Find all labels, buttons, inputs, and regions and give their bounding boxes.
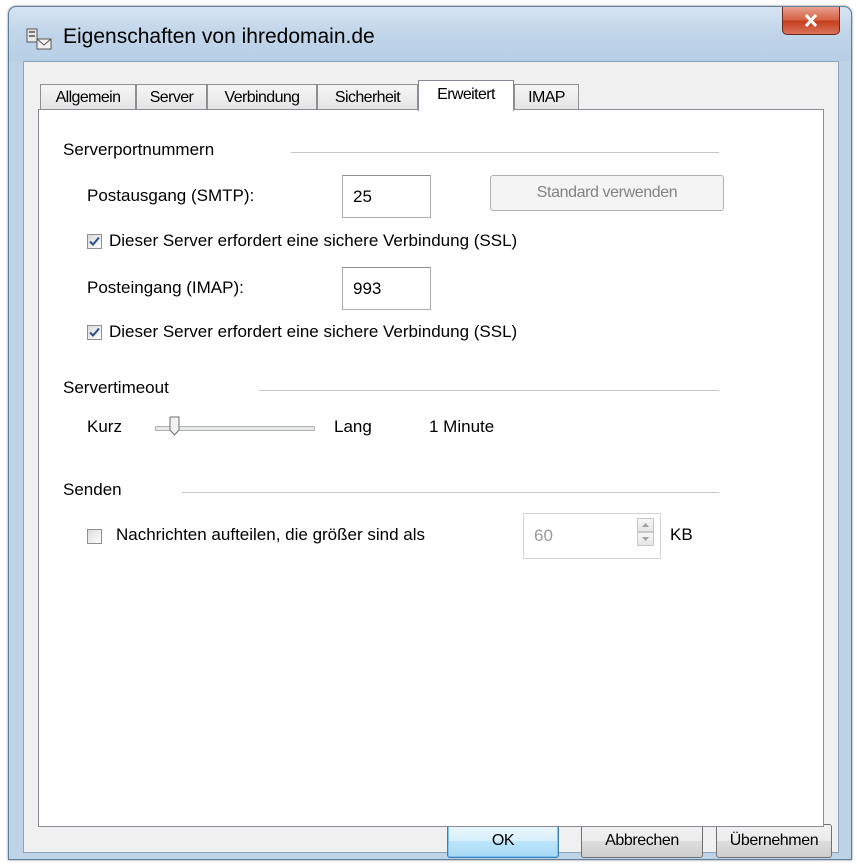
group-label-serverports: Serverportnummern	[63, 140, 215, 159]
imap-port-value: 993	[353, 278, 382, 298]
imap-ssl-label: Dieser Server erfordert eine sichere Ver…	[109, 322, 518, 341]
imap-ssl-checkbox[interactable]	[87, 325, 102, 340]
imap-port-input[interactable]: 993	[342, 267, 431, 310]
smtp-port-input[interactable]: 25	[342, 175, 431, 218]
tab-erweitert[interactable]: Erweitert	[418, 80, 514, 111]
apply-button[interactable]: Übernehmen	[716, 824, 832, 858]
tab-verbindung[interactable]: Verbindung	[207, 84, 317, 110]
tab-imap[interactable]: IMAP	[514, 84, 579, 110]
group-label-timeout: Servertimeout	[63, 378, 169, 397]
split-messages-label: Nachrichten aufteilen, die größer sind a…	[116, 525, 425, 544]
properties-dialog: Eigenschaften von ihredomain.de Allgemei…	[8, 6, 852, 860]
dialog-body: Allgemein Server Verbindung Sicherheit E…	[23, 61, 839, 858]
close-button[interactable]	[782, 7, 840, 35]
timeout-value: 1 Minute	[429, 417, 495, 436]
window-title: Eigenschaften von ihredomain.de	[63, 25, 375, 48]
tab-allgemein[interactable]: Allgemein	[40, 84, 136, 110]
advanced-settings-panel: Serverportnummern Postausgang (SMTP): 25…	[38, 109, 824, 827]
group-divider	[291, 152, 719, 154]
split-messages-checkbox[interactable]	[87, 529, 102, 544]
split-size-spinner[interactable]	[637, 518, 654, 546]
imap-port-label: Posteingang (IMAP):	[87, 278, 244, 297]
tab-server[interactable]: Server	[136, 84, 207, 110]
timeout-long-label: Lang	[334, 417, 372, 436]
ok-button[interactable]: OK	[447, 824, 559, 858]
checkmark-icon	[89, 236, 100, 246]
smtp-ssl-label: Dieser Server erfordert eine sichere Ver…	[109, 231, 518, 250]
group-divider	[182, 492, 719, 494]
timeout-slider-thumb[interactable]	[169, 416, 180, 436]
title-bar[interactable]: Eigenschaften von ihredomain.de	[9, 7, 851, 61]
smtp-port-value: 25	[353, 186, 372, 206]
smtp-port-label: Postausgang (SMTP):	[87, 186, 255, 205]
group-divider	[259, 390, 719, 392]
checkmark-icon	[89, 327, 100, 337]
spin-up-arrow-icon[interactable]	[637, 518, 654, 532]
account-properties-icon	[26, 28, 52, 50]
group-label-send: Senden	[63, 480, 122, 499]
split-size-unit: KB	[670, 525, 693, 544]
timeout-short-label: Kurz	[87, 417, 122, 436]
spin-down-arrow-icon[interactable]	[637, 532, 654, 546]
close-icon	[804, 14, 818, 27]
cancel-button[interactable]: Abbrechen	[581, 824, 703, 858]
split-size-value: 60	[534, 526, 553, 545]
smtp-ssl-checkbox[interactable]	[87, 234, 102, 249]
use-default-button[interactable]: Standard verwenden	[490, 175, 724, 211]
tab-sicherheit[interactable]: Sicherheit	[317, 84, 418, 110]
